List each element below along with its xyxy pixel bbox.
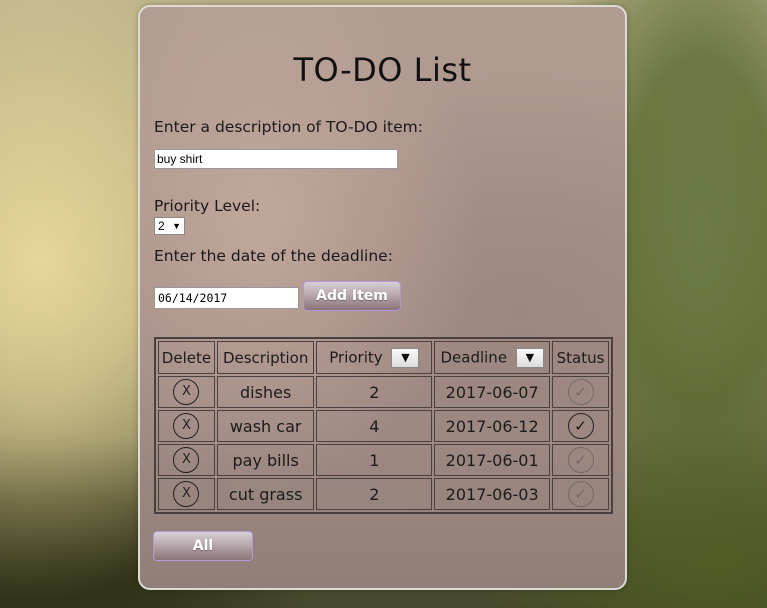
status-cell: ✓: [552, 444, 609, 476]
deadline-cell: 2017-06-07: [434, 376, 551, 408]
header-priority: Priority ▼: [316, 341, 433, 374]
priority-select[interactable]: 2 ▼: [154, 217, 185, 235]
delete-button[interactable]: X: [173, 413, 200, 439]
table-header-row: Delete Description Priority ▼ Deadline ▼…: [158, 341, 609, 374]
header-delete: Delete: [158, 341, 215, 374]
delete-cell: X: [158, 444, 215, 476]
status-check-button[interactable]: ✓: [567, 379, 594, 405]
status-check-button[interactable]: ✓: [567, 447, 594, 473]
description-cell: cut grass: [216, 478, 315, 510]
status-check-button[interactable]: ✓: [567, 481, 594, 507]
priority-cell: 2: [316, 478, 433, 510]
page-title: TO-DO List: [293, 51, 472, 89]
priority-cell: 1: [316, 444, 433, 476]
deadline-date-input[interactable]: 06/14/2017: [154, 287, 299, 309]
delete-cell: X: [158, 478, 215, 510]
deadline-cell: 2017-06-01: [434, 444, 551, 476]
delete-cell: X: [158, 376, 215, 408]
status-cell: ✓: [552, 376, 609, 408]
priority-sort-dropdown[interactable]: ▼: [391, 347, 420, 368]
todo-table: Delete Description Priority ▼ Deadline ▼…: [154, 337, 613, 514]
header-deadline: Deadline ▼: [434, 341, 551, 374]
delete-button[interactable]: X: [173, 481, 200, 507]
header-deadline-label: Deadline: [440, 348, 508, 366]
deadline-label: Enter the date of the deadline:: [154, 247, 393, 265]
delete-cell: X: [158, 410, 215, 442]
description-input[interactable]: buy shirt: [154, 149, 398, 169]
chevron-down-icon: ▼: [172, 221, 181, 231]
table-row: X wash car 4 2017-06-12 ✓: [158, 410, 609, 442]
priority-label: Priority Level:: [154, 197, 261, 215]
priority-select-value: 2: [158, 219, 165, 233]
deadline-sort-dropdown[interactable]: ▼: [515, 347, 544, 368]
table-row: X cut grass 2 2017-06-03 ✓: [158, 478, 609, 510]
sort-arrow-icon: ▼: [525, 350, 535, 364]
status-cell: ✓: [552, 478, 609, 510]
description-cell: pay bills: [216, 444, 315, 476]
status-check-button[interactable]: ✓: [567, 413, 594, 439]
status-cell: ✓: [552, 410, 609, 442]
table-row: X dishes 2 2017-06-07 ✓: [158, 376, 609, 408]
description-cell: dishes: [216, 376, 315, 408]
delete-button[interactable]: X: [173, 447, 200, 473]
header-status: Status: [552, 341, 609, 374]
todo-panel: TO-DO List Enter a description of TO-DO …: [138, 5, 627, 590]
table-row: X pay bills 1 2017-06-01 ✓: [158, 444, 609, 476]
deadline-cell: 2017-06-12: [434, 410, 551, 442]
sort-arrow-icon: ▼: [401, 350, 410, 364]
description-label: Enter a description of TO-DO item:: [154, 118, 423, 136]
priority-cell: 2: [316, 376, 433, 408]
deadline-cell: 2017-06-03: [434, 478, 551, 510]
header-priority-label: Priority: [329, 348, 383, 366]
description-cell: wash car: [216, 410, 315, 442]
add-item-button[interactable]: Add Item: [303, 281, 401, 311]
filter-all-button[interactable]: All: [153, 531, 253, 561]
delete-button[interactable]: X: [173, 379, 200, 405]
priority-cell: 4: [316, 410, 433, 442]
header-description: Description: [216, 341, 315, 374]
